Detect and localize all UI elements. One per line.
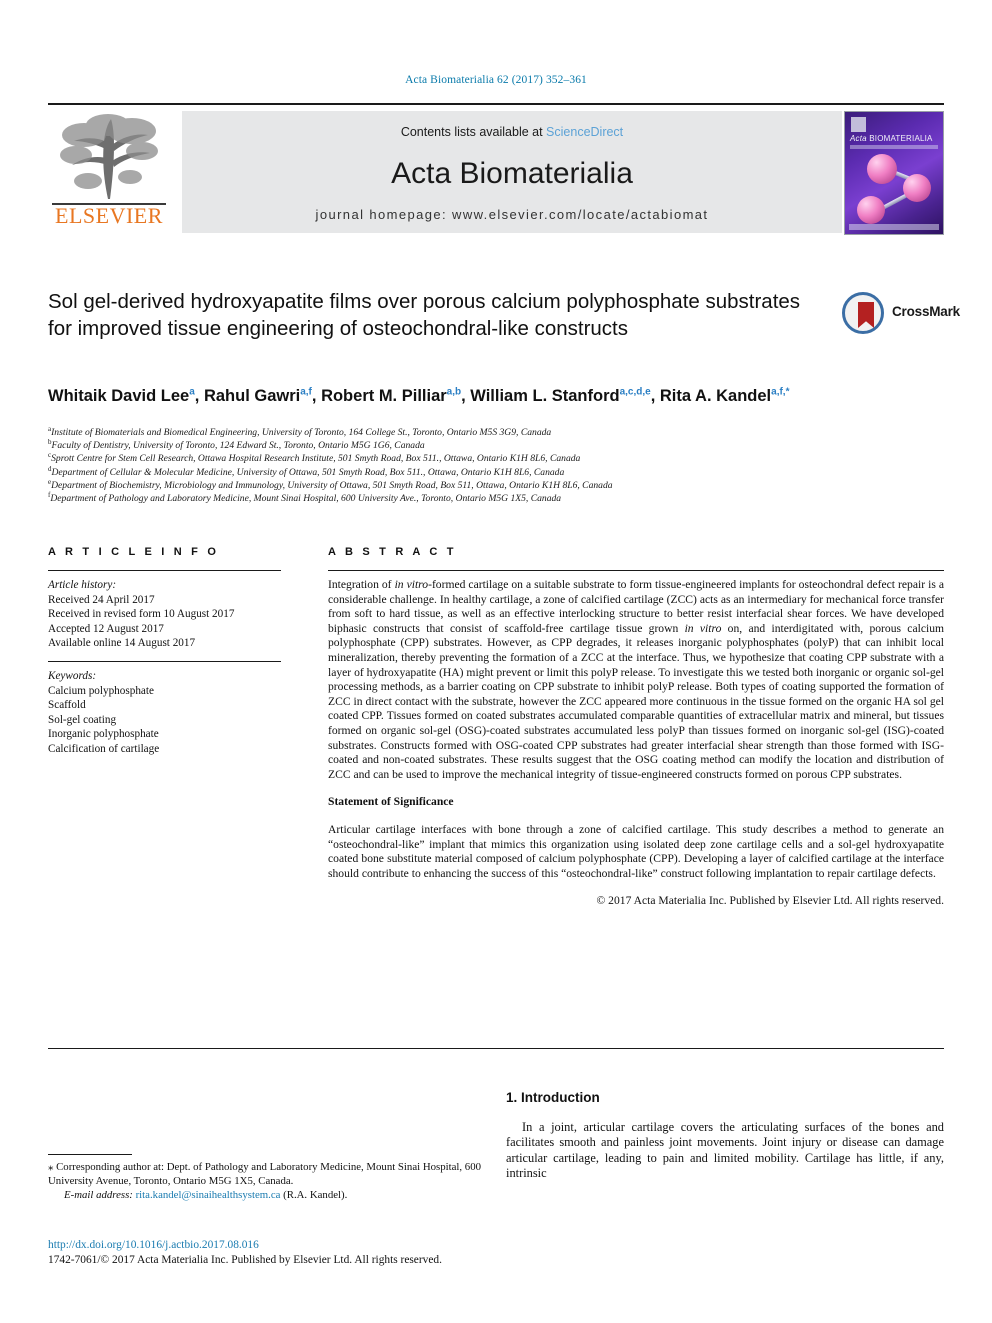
abstract-copyright: © 2017 Acta Materialia Inc. Published by… xyxy=(596,894,944,908)
elsevier-logo: ELSEVIER xyxy=(48,111,170,233)
statement-of-significance-heading: Statement of Significance xyxy=(328,795,454,809)
cover-subtitle-bar xyxy=(850,145,938,149)
journal-cover-thumbnail: Acta BIOMATERIALIA xyxy=(844,111,944,235)
affiliation-text: Faculty of Dentistry, University of Toro… xyxy=(51,440,425,452)
keyword-item: Inorganic polyphosphate xyxy=(48,728,159,741)
author-affil-marks: a,f xyxy=(300,386,312,398)
author-affil-marks: a,c,d,e xyxy=(619,386,651,398)
journal-masthead: ELSEVIER Contents lists available at Sci… xyxy=(48,103,944,235)
author-item: Whitaik David Leea xyxy=(48,387,195,405)
sciencedirect-link[interactable]: ScienceDirect xyxy=(546,125,623,139)
author-affil-marks: a xyxy=(189,386,195,398)
footnote-rule xyxy=(48,1154,132,1155)
cover-footer-bar xyxy=(849,224,939,230)
email-line: E-mail address: rita.kandel@sinaihealths… xyxy=(48,1188,486,1202)
cover-elsevier-mark-icon xyxy=(851,117,866,132)
journal-title: Acta Biomaterialia xyxy=(391,157,633,190)
email-link[interactable]: rita.kandel@sinaihealthsystem.ca xyxy=(136,1189,281,1201)
author-affil-marks: a,f,* xyxy=(771,386,790,398)
cover-title-italic: Acta xyxy=(850,134,867,143)
contents-prefix: Contents lists available at xyxy=(400,125,547,139)
contents-available-line: Contents lists available at ScienceDirec… xyxy=(182,125,842,139)
article-info-heading: A R T I C L E I N F O xyxy=(48,546,220,558)
affiliation-text: Department of Biochemistry, Microbiology… xyxy=(51,479,613,491)
doi-link[interactable]: http://dx.doi.org/10.1016/j.actbio.2017.… xyxy=(48,1238,548,1253)
author-name: Robert M. Pilliar xyxy=(321,387,447,405)
abstract-paragraph: Integration of in vitro-formed cartilage… xyxy=(328,578,945,781)
masthead-center-panel: Contents lists available at ScienceDirec… xyxy=(182,111,842,233)
cover-sphere-1 xyxy=(867,154,897,184)
crossmark-label: CrossMark xyxy=(892,304,960,319)
title-block: Sol gel-derived hydroxyapatite films ove… xyxy=(48,288,818,342)
author-affil-marks: a,b xyxy=(446,386,462,398)
email-label: E-mail address: xyxy=(64,1189,133,1201)
author-item: Rahul Gawria,f xyxy=(204,387,312,405)
footer-doi-block: http://dx.doi.org/10.1016/j.actbio.2017.… xyxy=(48,1238,548,1268)
author-item: Robert M. Pilliara,b xyxy=(321,387,461,405)
affiliation-item: cSprott Centre for Stem Cell Research, O… xyxy=(48,452,948,465)
keyword-item: Sol-gel coating xyxy=(48,713,117,726)
running-head: Acta Biomaterialia 62 (2017) 352–361 xyxy=(405,74,587,86)
page-title: Sol gel-derived hydroxyapatite films ove… xyxy=(48,290,801,340)
cover-journal-title: Acta BIOMATERIALIA xyxy=(850,134,938,143)
affiliation-text: Department of Pathology and Laboratory M… xyxy=(50,493,562,505)
statement-of-significance-paragraph: Articular cartilage interfaces with bone… xyxy=(328,822,944,880)
keyword-item: Calcification of cartilage xyxy=(48,742,160,755)
affiliation-item: dDepartment of Cellular & Molecular Medi… xyxy=(48,465,948,479)
affiliation-item: eDepartment of Biochemistry, Microbiolog… xyxy=(48,478,948,492)
elsevier-wordmark: ELSEVIER xyxy=(55,203,163,228)
abstract-rule-top xyxy=(328,570,944,571)
history-item: Accepted 12 August 2017 xyxy=(48,622,164,635)
introduction-paragraph: In a joint, articular cartilage covers t… xyxy=(506,1119,944,1181)
journal-homepage-link[interactable]: journal homepage: www.elsevier.com/locat… xyxy=(182,207,842,222)
affiliation-item: bFaculty of Dentistry, University of Tor… xyxy=(48,439,948,452)
author-name: Rahul Gawri xyxy=(203,387,301,405)
history-item: Received 24 April 2017 xyxy=(48,593,155,606)
article-info-rule-top xyxy=(48,570,281,571)
author-item: Rita A. Kandela,f,* xyxy=(660,387,790,405)
cover-sphere-2 xyxy=(903,174,931,202)
crossmark-badge[interactable]: CrossMark xyxy=(842,290,962,336)
affiliation-text: Sprott Centre for Stem Cell Research, Ot… xyxy=(51,453,581,465)
corresponding-author-text: ⁎ Corresponding author at: Dept. of Path… xyxy=(48,1161,482,1187)
section-heading-introduction: 1. Introduction xyxy=(506,1090,600,1105)
page-divider-rule xyxy=(48,1048,944,1049)
abstract-body: Integration of in vitro-formed cartilage… xyxy=(328,578,944,909)
history-item: Available online 14 August 2017 xyxy=(48,637,196,650)
corresponding-author-footnote: ⁎ Corresponding author at: Dept. of Path… xyxy=(48,1160,486,1202)
affiliation-list: aInstitute of Biomaterials and Biomedica… xyxy=(48,425,948,505)
affiliation-text: Institute of Biomaterials and Biomedical… xyxy=(51,427,552,438)
author-name: Rita A. Kandel xyxy=(659,387,772,405)
issn-copyright-line: 1742-7061/© 2017 Acta Materialia Inc. Pu… xyxy=(48,1254,442,1266)
affiliation-text: Department of Cellular & Molecular Medic… xyxy=(51,466,565,478)
author-list: Whitaik David Leea, Rahul Gawria,f, Robe… xyxy=(48,386,790,405)
elsevier-tree-icon xyxy=(60,114,158,199)
keyword-item: Scaffold xyxy=(48,699,86,712)
author-name: William L. Stanford xyxy=(470,387,620,405)
author-item: William L. Stanforda,c,d,e xyxy=(470,387,650,405)
crossmark-circle-icon xyxy=(842,292,884,334)
email-owner: (R.A. Kandel). xyxy=(283,1189,348,1201)
article-history-label: Article history: xyxy=(48,579,117,591)
introduction-section: 1. Introduction In a joint, articular ca… xyxy=(506,1090,944,1182)
author-name: Whitaik David Lee xyxy=(48,387,190,405)
article-info-rule-mid xyxy=(48,661,281,662)
history-item: Received in revised form 10 August 2017 xyxy=(48,608,235,621)
keywords-block: Keywords: Calcium polyphosphate Scaffold… xyxy=(48,669,288,757)
keyword-item: Calcium polyphosphate xyxy=(48,684,154,697)
abstract-heading: A B S T R A C T xyxy=(328,546,457,558)
cover-sphere-3 xyxy=(857,196,885,224)
keywords-label: Keywords: xyxy=(48,670,97,682)
article-history-block: Article history: Received 24 April 2017 … xyxy=(48,578,288,651)
crossmark-ribbon-icon xyxy=(858,302,874,328)
journal-article-page: Acta Biomaterialia 62 (2017) 352–361 ELS… xyxy=(0,0,992,1323)
affiliation-item: fDepartment of Pathology and Laboratory … xyxy=(48,491,948,505)
affiliation-item: aInstitute of Biomaterials and Biomedica… xyxy=(48,425,948,439)
cover-title-rest: BIOMATERIALIA xyxy=(866,134,933,143)
